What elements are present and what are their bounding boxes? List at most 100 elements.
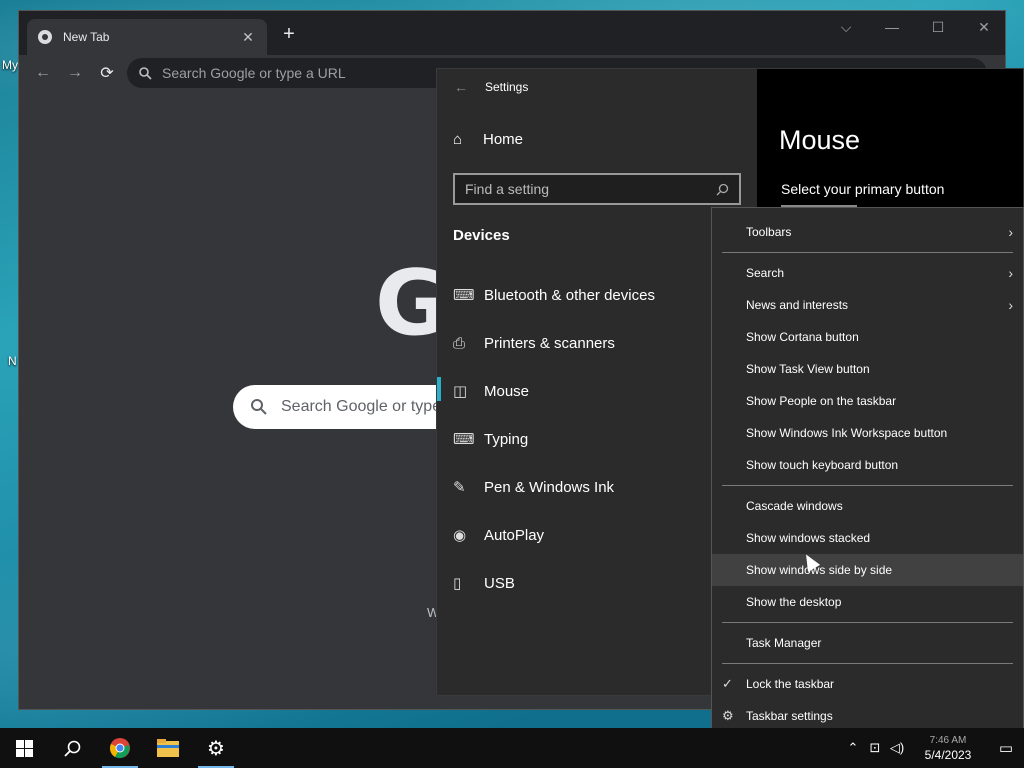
printer-icon: ⎙ (453, 334, 466, 352)
primary-button-label: Select your primary button (781, 181, 945, 197)
tab-new-tab[interactable]: New Tab ✕ (27, 19, 267, 55)
menu-item-taskview[interactable]: Show Task View button (712, 353, 1023, 385)
menu-item-news[interactable]: News and interests › (712, 289, 1023, 321)
page-title: Mouse (779, 125, 861, 155)
menu-divider (722, 663, 1013, 664)
menu-item-ink[interactable]: Show Windows Ink Workspace button (712, 417, 1023, 449)
menu-item-touch-keyboard[interactable]: Show touch keyboard button (712, 449, 1023, 481)
nav-item-label: Typing (484, 430, 529, 448)
menu-item-label: Toolbars (746, 225, 792, 239)
settings-home-link[interactable]: ⌂ Home (453, 131, 523, 148)
close-icon[interactable]: ✕ (239, 29, 257, 46)
menu-divider (722, 485, 1013, 486)
nav-item-printers[interactable]: ⎙ Printers & scanners (437, 319, 757, 367)
folder-icon (157, 739, 179, 757)
section-heading: Devices (453, 227, 510, 244)
settings-titlebar: ← Settings (437, 69, 757, 105)
gear-icon: ⚙ (207, 737, 225, 760)
nav-item-pen[interactable]: ✎ Pen & Windows Ink (437, 463, 757, 511)
chevron-up-icon[interactable]: ⌃ (842, 740, 864, 756)
nav-item-label: USB (484, 574, 515, 592)
taskbar-settings[interactable]: ⚙ (192, 728, 240, 768)
nav-item-label: Printers & scanners (484, 334, 615, 352)
menu-item-search[interactable]: Search › (712, 257, 1023, 289)
volume-icon[interactable]: ◁) (886, 740, 908, 756)
menu-item-label: Show windows stacked (746, 531, 871, 545)
network-icon[interactable]: ⊡ (864, 740, 886, 756)
menu-item-show-desktop[interactable]: Show the desktop (712, 586, 1023, 618)
menu-divider (722, 252, 1013, 253)
search-icon (139, 66, 152, 80)
menu-item-label: Show touch keyboard button (746, 458, 899, 472)
settings-title: Settings (485, 80, 529, 94)
close-window-button[interactable]: ✕ (969, 19, 999, 36)
nav-item-label: Mouse (484, 382, 530, 400)
menu-item-label: Show Cortana button (746, 330, 859, 344)
autoplay-icon: ◉ (453, 527, 467, 544)
new-tab-button[interactable]: + (277, 23, 301, 46)
menu-item-people[interactable]: Show People on the taskbar (712, 385, 1023, 417)
menu-item-task-manager[interactable]: Task Manager (712, 627, 1023, 659)
search-icon (716, 183, 729, 195)
menu-item-lock-taskbar[interactable]: ✓ Lock the taskbar (712, 668, 1023, 700)
taskbar-file-explorer[interactable] (144, 728, 192, 768)
search-icon (63, 740, 80, 757)
check-icon: ✓ (722, 676, 733, 691)
menu-item-label: Cascade windows (746, 499, 843, 513)
omnibox-placeholder: Search Google or type a URL (162, 65, 346, 81)
google-search-placeholder: Search Google or type (281, 398, 442, 415)
menu-item-side-by-side[interactable]: Show windows side by side (712, 554, 1023, 586)
menu-item-label: Show the desktop (746, 595, 842, 609)
menu-item-toolbars[interactable]: Toolbars › (712, 216, 1023, 248)
start-button[interactable] (0, 728, 48, 768)
clock-date: 5/4/2023 (924, 748, 972, 762)
desktop-icon-label[interactable]: N (8, 354, 17, 368)
search-icon (251, 399, 267, 415)
nav-item-label: AutoPlay (484, 526, 545, 544)
nav-item-mouse[interactable]: ◫ Mouse (437, 367, 757, 415)
menu-item-label: Show Windows Ink Workspace button (746, 426, 948, 440)
nav-item-autoplay[interactable]: ◉ AutoPlay (437, 511, 757, 559)
mouse-icon: ◫ (453, 383, 468, 400)
chevron-right-icon: › (1008, 224, 1013, 240)
nav-item-usb[interactable]: ▯ USB (437, 559, 757, 607)
menu-item-stacked[interactable]: Show windows stacked (712, 522, 1023, 554)
taskbar: ⚙ ⌃ ⊡ ◁) 7:46 AM 5/4/2023 ▭ (0, 728, 1024, 768)
menu-item-label: Task Manager (746, 636, 822, 650)
find-setting-placeholder: Find a setting (465, 181, 550, 197)
gear-icon: ⚙ (722, 708, 734, 723)
settings-nav: ⌨ Bluetooth & other devices ⎙ Printers &… (437, 271, 757, 607)
settings-sidebar: ← Settings ⌂ Home Find a setting Devices… (437, 69, 757, 695)
maximize-button[interactable]: ☐ (923, 19, 953, 36)
pen-icon: ✎ (453, 479, 466, 496)
reload-button[interactable]: ⟳ (91, 63, 123, 83)
menu-divider (722, 622, 1013, 623)
menu-item-cascade[interactable]: Cascade windows (712, 490, 1023, 522)
back-button[interactable]: ← (27, 64, 59, 82)
system-tray: ⌃ ⊡ ◁) 7:46 AM 5/4/2023 ▭ (842, 728, 1024, 768)
nav-item-label: Bluetooth & other devices (484, 286, 655, 304)
menu-item-label: Search (746, 266, 785, 280)
home-label: Home (483, 131, 524, 148)
chrome-favicon-icon (38, 30, 52, 44)
nav-item-typing[interactable]: ⌨ Typing (437, 415, 757, 463)
notification-icon[interactable]: ▭ (988, 739, 1024, 757)
find-setting-input[interactable]: Find a setting (453, 173, 741, 205)
taskbar-context-menu: Toolbars › Search › News and interests ›… (711, 207, 1024, 741)
minimize-button[interactable]: — (877, 19, 907, 35)
forward-button[interactable]: → (59, 64, 91, 82)
taskbar-chrome[interactable] (96, 728, 144, 768)
keyboard-icon: ⌨ (453, 431, 475, 448)
desktop-icon-label[interactable]: My (2, 58, 18, 72)
clock[interactable]: 7:46 AM 5/4/2023 (908, 734, 988, 762)
search-button[interactable] (48, 728, 96, 768)
nav-item-label: Pen & Windows Ink (484, 478, 615, 496)
bluetooth-devices-icon: ⌨ (453, 287, 475, 304)
menu-item-cortana[interactable]: Show Cortana button (712, 321, 1023, 353)
back-arrow-icon[interactable]: ← (437, 79, 485, 95)
tab-search-button[interactable]: ⌵ (831, 19, 861, 36)
menu-item-label: Taskbar settings (746, 709, 833, 723)
menu-item-label: Lock the taskbar (746, 677, 835, 691)
nav-item-bluetooth[interactable]: ⌨ Bluetooth & other devices (437, 271, 757, 319)
chevron-right-icon: › (1008, 297, 1013, 313)
